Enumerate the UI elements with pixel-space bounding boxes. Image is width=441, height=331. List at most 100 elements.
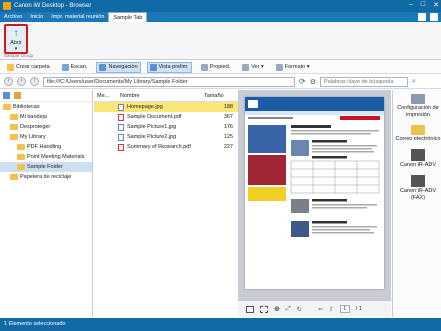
address-bar: ‹ › ↑ file:///C:/Users/user/Documents/My… <box>0 75 441 89</box>
print-settings-button[interactable]: Configuración de impresión <box>395 94 441 119</box>
file-size: 176 <box>223 124 233 130</box>
search-settings-icon[interactable]: ⚙ <box>310 78 316 86</box>
properties-button[interactable]: Propied. <box>198 62 234 73</box>
preview-button[interactable]: Vista prelim. <box>146 61 192 73</box>
properties-icon <box>200 63 208 71</box>
list-item[interactable]: Summary of Research.pdf 227 <box>94 142 238 152</box>
chevron-down-icon: ▾ <box>14 46 18 52</box>
navigation-icon <box>99 63 107 71</box>
image-file-icon <box>118 103 124 111</box>
tree-item[interactable]: Sample Folder <box>0 162 92 172</box>
file-size: 227 <box>223 144 233 150</box>
webpage-thumbnail <box>245 97 384 237</box>
library-icon <box>3 104 11 110</box>
device-icon <box>411 149 425 161</box>
tree-item[interactable]: Papelera de reciclaje <box>0 172 92 182</box>
tree-item[interactable]: Desproteger <box>0 122 92 132</box>
navigation-pane: Bibliotecas Mi bandeja Desproteger My Libra… <box>0 90 93 317</box>
folder-icon <box>17 154 25 160</box>
list-item[interactable]: Sample Picture1.jpg 176 <box>94 122 238 132</box>
folder-icon <box>17 164 25 170</box>
canon-iradv-fax-button[interactable]: Canon iR-ADV (FAX) <box>395 175 441 202</box>
recycle-bin-icon <box>10 174 18 180</box>
tab-meeting-print[interactable]: Impr. material reunión <box>47 12 108 22</box>
open-button[interactable]: ↑ Abrir ▾ <box>4 24 28 54</box>
folder-icon <box>7 63 14 71</box>
status-bar: 1 Elemento seleccionado <box>0 318 441 331</box>
preview-icon <box>149 63 157 71</box>
scan-button[interactable]: Escan. <box>59 62 91 73</box>
ribbon: ↑ Abrir ▾ Sample Group <box>0 22 441 60</box>
fit-width-icon[interactable] <box>260 305 268 313</box>
first-page-icon[interactable]: ⇧ <box>329 306 334 313</box>
prev-page-icon[interactable]: ⇦ <box>318 306 323 313</box>
column-size[interactable]: Tamaño <box>202 93 236 99</box>
scanner-icon <box>61 63 69 71</box>
view-menu-button[interactable]: Ver ▾ <box>239 62 267 73</box>
file-list: Me... Nombre Tamaño Homepage.jpg 188 Sampl… <box>94 90 238 317</box>
app-logo-icon <box>3 2 11 10</box>
tree-item[interactable]: My Library <box>0 132 92 142</box>
library-icon <box>10 134 18 140</box>
create-folder-button[interactable]: Crear carpeta <box>4 62 53 73</box>
close-button[interactable]: ✕ <box>433 1 439 9</box>
tab-archivo[interactable]: Archivo <box>0 12 26 22</box>
list-item[interactable]: Sample Document.pdf 367 <box>94 112 238 122</box>
tray-view-icon[interactable] <box>14 92 21 99</box>
up-icon[interactable]: ↑ <box>30 77 39 86</box>
format-icon <box>275 63 283 71</box>
tree-item[interactable]: Bibliotecas <box>0 102 92 112</box>
tree-item-label: PDF Handling <box>27 144 62 150</box>
tree-item-label: Mi bandeja <box>20 114 47 120</box>
email-icon <box>411 125 425 135</box>
library-view-icon[interactable] <box>3 92 10 99</box>
tab-sample[interactable]: Sample Tab <box>108 12 148 22</box>
column-name[interactable]: Nombre <box>114 93 202 99</box>
output-bar: Configuración de impresión Correo electr… <box>392 90 441 317</box>
zoom-icon[interactable]: ⊕ <box>274 305 280 313</box>
column-mark[interactable]: Me... <box>94 93 114 99</box>
search-icon[interactable]: ⌕ <box>412 78 416 86</box>
format-menu-button[interactable]: Formato ▾ <box>273 62 313 73</box>
file-name: Sample Document.pdf <box>127 114 182 120</box>
forward-icon[interactable]: › <box>17 77 26 86</box>
tab-inicio[interactable]: Inicio <box>26 12 47 22</box>
page-number-input[interactable]: 1 <box>339 305 350 313</box>
toolbar: Crear carpeta Escan. Navegación Vista pr… <box>0 61 441 74</box>
panel-toggle-icon[interactable] <box>418 13 426 21</box>
image-file-icon <box>118 123 124 131</box>
view-icon <box>242 63 250 71</box>
search-input[interactable]: Palabras clave de búsqueda <box>319 76 408 87</box>
tree-item[interactable]: Point Meeting Materials <box>0 152 92 162</box>
tree-item-label: Papelera de reciclaje <box>20 174 72 180</box>
email-button[interactable]: Correo electrónico <box>395 125 441 143</box>
pdf-file-icon <box>118 113 124 121</box>
folder-icon <box>17 144 25 150</box>
page-view-icon[interactable] <box>246 305 254 313</box>
tree-item-label: Point Meeting Materials <box>27 154 85 160</box>
list-item[interactable]: Homepage.jpg 188 <box>94 102 238 112</box>
rotate-icon[interactable]: ↻ <box>297 306 302 313</box>
canon-iradv-button[interactable]: Canon iR-ADV <box>395 149 441 169</box>
fit-page-icon[interactable]: ⤢ <box>286 306 291 313</box>
menu-bar: Archivo Inicio Impr. material reunión Sa… <box>0 12 441 22</box>
image-file-icon <box>118 133 124 141</box>
navigation-button[interactable]: Navegación <box>96 61 141 73</box>
maximize-button[interactable]: □ <box>421 1 425 9</box>
refresh-icon[interactable]: ⟳ <box>299 77 306 86</box>
fax-device-icon <box>411 175 425 187</box>
back-icon[interactable]: ‹ <box>4 77 13 86</box>
tree-item-label: My Library <box>20 134 46 140</box>
file-name: Summary of Research.pdf <box>127 144 191 150</box>
tree-item-label: Desproteger <box>20 124 51 130</box>
file-name: Sample Picture1.jpg <box>127 124 177 130</box>
help-icon[interactable] <box>430 13 438 21</box>
list-item[interactable]: Sample Picture2.jpg 125 <box>94 132 238 142</box>
list-header: Me... Nombre Tamaño <box>94 90 238 102</box>
address-input[interactable]: file:///C:/Users/user/Documents/My Libra… <box>43 76 295 87</box>
tree-item[interactable]: PDF Handling <box>0 142 92 152</box>
tree-header <box>0 90 92 102</box>
minimize-button[interactable]: – <box>409 1 413 9</box>
window-title: Canon iW Desktop - Browser <box>14 3 92 9</box>
tree-item[interactable]: Mi bandeja <box>0 112 92 122</box>
